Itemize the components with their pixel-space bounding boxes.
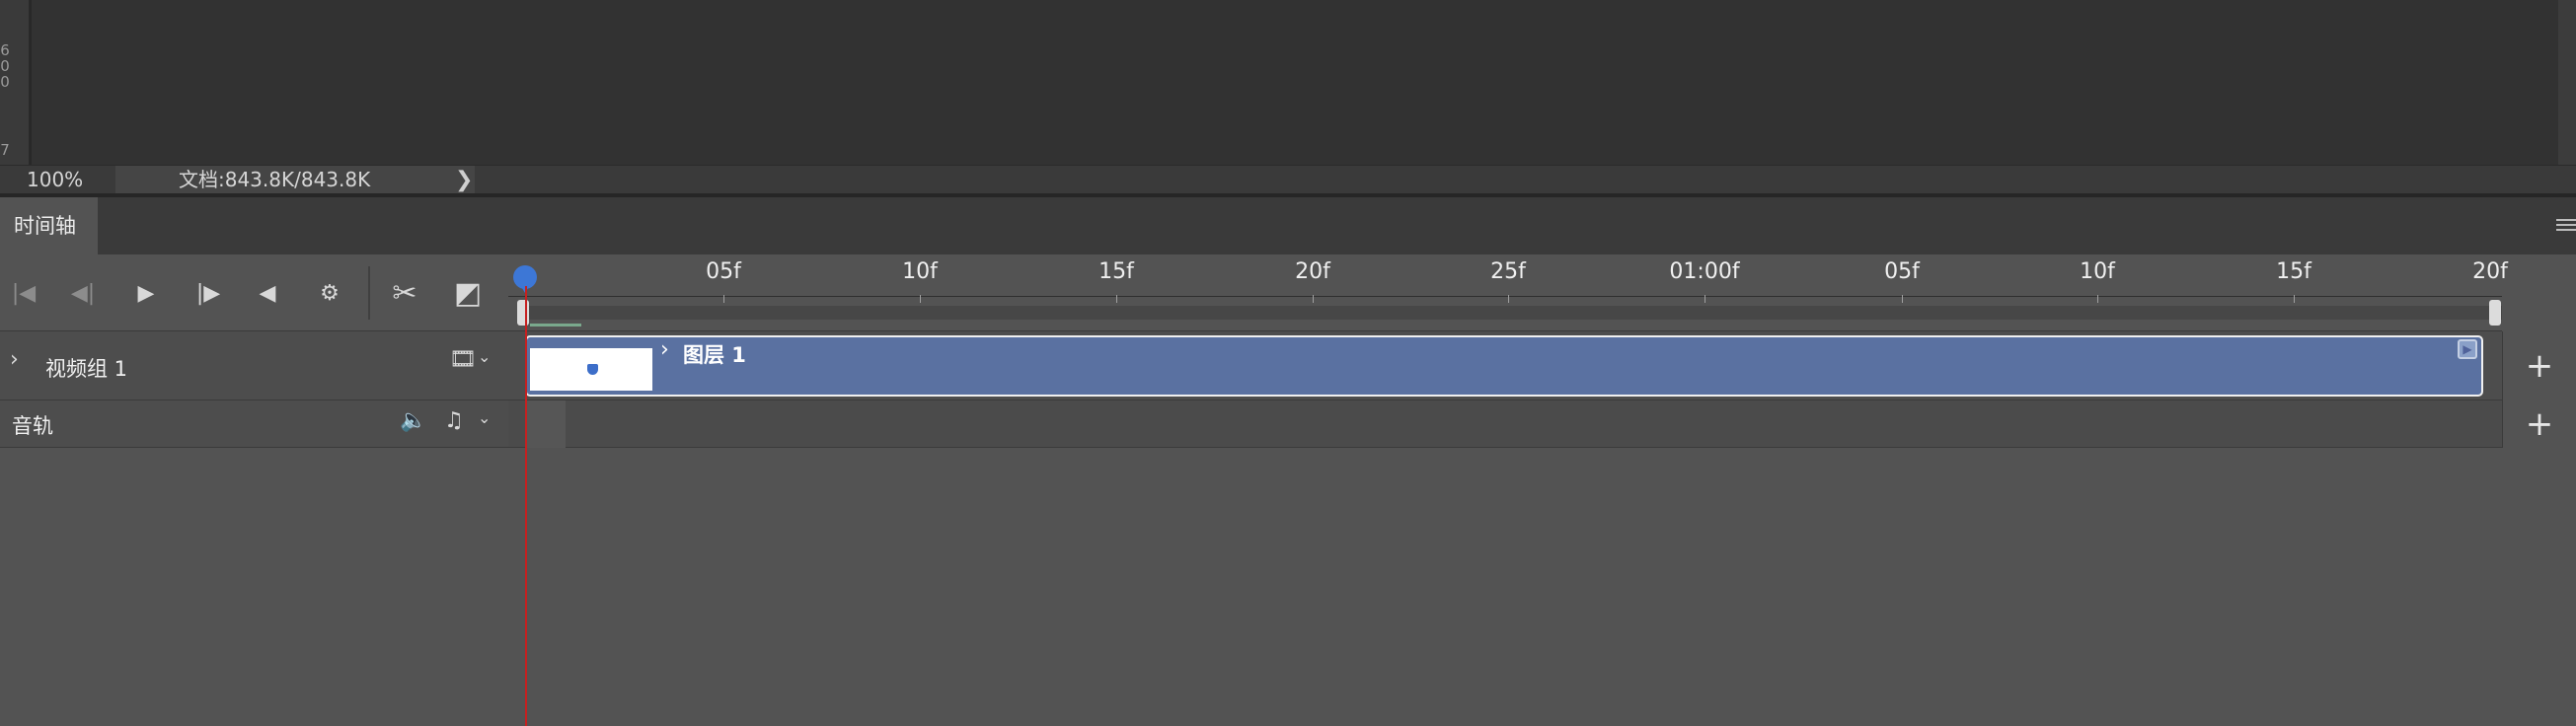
work-area-bar[interactable] (518, 306, 2502, 320)
vertical-ruler: 6 0 0 7 (0, 0, 30, 165)
document-canvas[interactable] (32, 0, 2558, 165)
speaker-icon[interactable]: 🔈 (400, 408, 426, 433)
playhead-line (525, 286, 527, 726)
time-label: 15f (2276, 259, 2311, 284)
layer-clip[interactable]: › 图层 1 ▶ (525, 335, 2483, 397)
time-tick (1508, 295, 1509, 303)
playback-controls: |◀ ◀| ▶ |▶ ◀ ⚙ ✂ ◩ (0, 254, 508, 331)
audio-mute-icon[interactable]: ◀ (249, 274, 286, 312)
time-label: 01:00f (1669, 259, 1740, 284)
clip-menu-icon[interactable]: ▶ (2458, 339, 2477, 359)
time-tick (1116, 295, 1117, 303)
video-track-area[interactable]: › 图层 1 ▶ (508, 331, 2502, 400)
time-tick (920, 295, 921, 303)
ruler-baseline (508, 296, 2502, 297)
canvas-area: 6 0 0 7 (0, 0, 2576, 165)
audio-track-area[interactable] (508, 400, 2502, 448)
render-cache-bar (530, 324, 581, 327)
work-area-start-handle[interactable] (517, 300, 529, 326)
time-label: 20f (2472, 259, 2508, 284)
status-bar: 100% 文档:843.8K/843.8K ❯ (0, 165, 2576, 194)
work-area-end-handle[interactable] (2489, 300, 2501, 326)
add-media-button[interactable]: + (2502, 331, 2576, 400)
add-audio-button[interactable]: + (2502, 400, 2576, 448)
scissors-icon[interactable]: ✂ (386, 274, 423, 312)
next-frame-icon[interactable]: |▶ (189, 274, 227, 312)
time-label: 05f (706, 259, 741, 284)
panel-tab-bar: 时间轴 (0, 193, 2576, 254)
transition-icon[interactable]: ◩ (449, 274, 487, 312)
time-tick (2294, 295, 2295, 303)
chevron-right-icon[interactable]: ❯ (455, 166, 473, 194)
ruler-tick: 0 (0, 73, 10, 91)
time-label: 20f (1295, 259, 1330, 284)
audio-track-header: 音轨 🔈 ♫ ⌄ (0, 400, 508, 448)
time-tick (2097, 295, 2098, 303)
shield-icon (587, 364, 598, 375)
time-tick (1313, 295, 1314, 303)
panel-menu-icon[interactable] (2556, 219, 2576, 235)
music-note-icon[interactable]: ♫ (444, 408, 464, 433)
document-info[interactable]: 文档:843.8K/843.8K ❯ (115, 166, 475, 194)
time-label: 10f (902, 259, 938, 284)
tab-timeline[interactable]: 时间轴 (0, 197, 98, 254)
chevron-right-icon[interactable]: › (660, 337, 669, 362)
toolbar-divider (368, 266, 370, 320)
time-tick (1902, 295, 1903, 303)
ruler-tick: 7 (0, 141, 10, 159)
video-group-header[interactable]: › 视频组 1 🎞 ⌄ (0, 331, 508, 400)
time-label: 10f (2080, 259, 2115, 284)
first-frame-icon[interactable]: |◀ (5, 274, 42, 312)
clip-label: 图层 1 (683, 343, 746, 367)
video-group-label: 视频组 1 (45, 357, 128, 381)
chevron-right-icon[interactable]: › (10, 347, 19, 372)
chevron-down-icon[interactable]: ⌄ (478, 408, 491, 427)
time-label: 15f (1099, 259, 1134, 284)
time-label: 25f (1490, 259, 1526, 284)
film-strip-icon[interactable]: 🎞 (449, 347, 477, 372)
audio-track-label: 音轨 (12, 414, 53, 438)
play-icon[interactable]: ▶ (127, 274, 165, 312)
settings-gear-icon[interactable]: ⚙ (311, 274, 348, 312)
time-tick (723, 295, 724, 303)
vertical-scrollbar[interactable] (2558, 0, 2576, 165)
zoom-level[interactable]: 100% (0, 166, 115, 194)
chevron-down-icon[interactable]: ⌄ (478, 347, 491, 366)
timeline-panel: |◀ ◀| ▶ |▶ ◀ ⚙ ✂ ◩ 05f 10f 15f 20f 25f 0… (0, 254, 2576, 726)
audio-clip-strip (526, 400, 566, 448)
time-label: 05f (1884, 259, 1920, 284)
time-ruler[interactable]: 05f 10f 15f 20f 25f 01:00f 05f 10f 15f 2… (508, 254, 2508, 331)
document-size-text: 文档:843.8K/843.8K (179, 168, 371, 191)
ruler-tick: 6 (0, 41, 10, 59)
previous-frame-icon[interactable]: ◀| (64, 274, 102, 312)
ruler-tick: 0 (0, 57, 10, 75)
clip-thumbnail (530, 348, 652, 391)
